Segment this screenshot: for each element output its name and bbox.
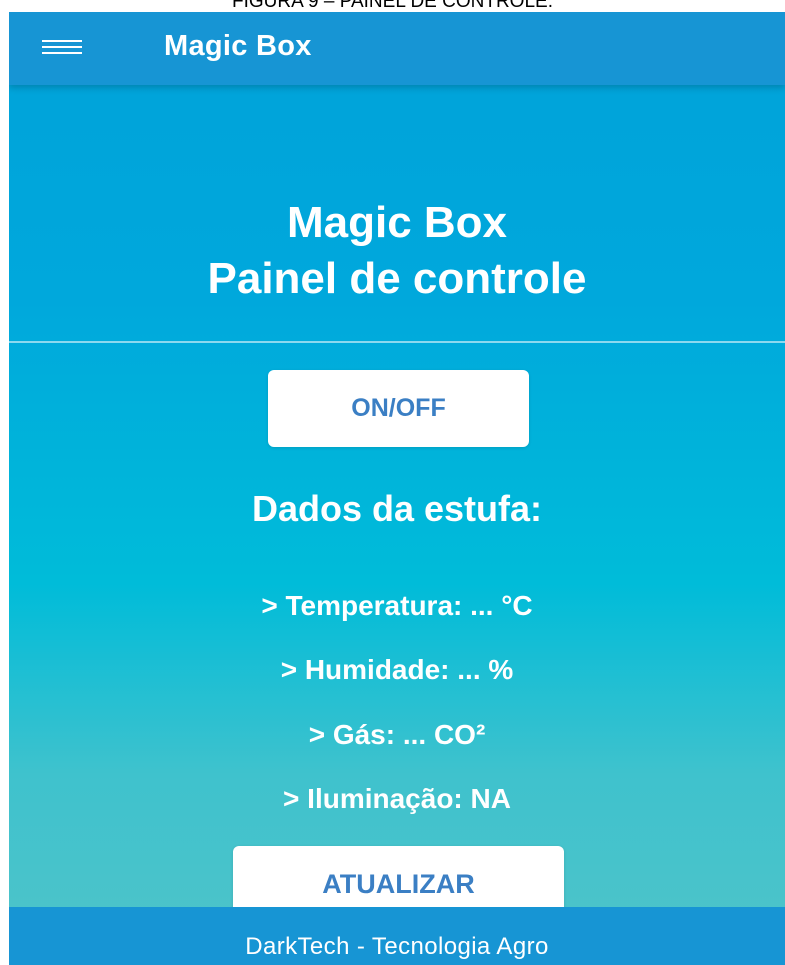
hero-section: Magic Box Painel de controle	[9, 85, 785, 341]
gas-reading: > Gás: ... CO²	[308, 719, 486, 750]
figure-caption: FIGURA 9 – PAINEL DE CONTROLE.	[232, 0, 553, 12]
on-off-button[interactable]: ON/OFF	[268, 370, 529, 447]
lighting-reading: > Iluminação: NA	[283, 783, 511, 814]
hero-title-line-2: Painel de controle	[207, 254, 587, 303]
app-bar-title: Magic Box	[164, 30, 312, 62]
footer: DarkTech - Tecnologia Agro	[9, 907, 785, 965]
humidity-reading: > Humidade: ... %	[280, 654, 514, 685]
greenhouse-data-title: Dados da estufa:	[251, 488, 543, 529]
temperature-reading: > Temperatura: ... °C	[261, 590, 533, 621]
hamburger-menu-icon[interactable]	[42, 34, 82, 60]
app-screen: Magic Box Magic Box Painel de controle O…	[9, 12, 785, 965]
hero-divider	[9, 341, 785, 343]
hero-title: Magic Box Painel de controle	[9, 195, 785, 307]
footer-text: DarkTech - Tecnologia Agro	[245, 933, 549, 960]
app-bar: Magic Box	[9, 12, 785, 85]
hero-title-line-1: Magic Box	[286, 198, 508, 247]
